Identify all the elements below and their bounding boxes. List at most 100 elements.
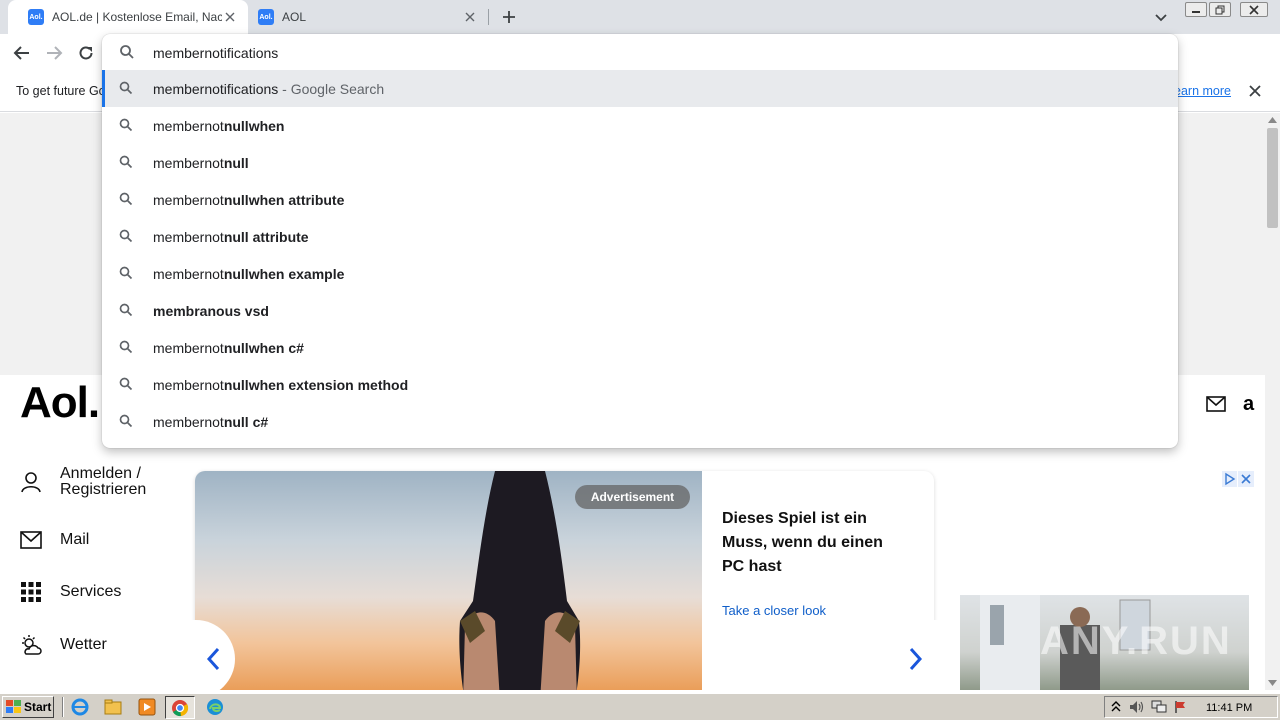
- sidebar-item-weather[interactable]: Wetter: [20, 634, 107, 656]
- ad-choices[interactable]: [1222, 471, 1254, 487]
- start-button[interactable]: Start: [2, 696, 54, 718]
- mail-icon: [1206, 396, 1226, 412]
- system-tray: 11:41 PM: [1104, 696, 1278, 718]
- anyrun-watermark: ANY.RUN: [1040, 619, 1232, 663]
- suggestion-item[interactable]: membernotnullwhen attribute: [102, 181, 1178, 218]
- chevron-down-icon: [1155, 14, 1167, 22]
- adchoices-icon: [1222, 471, 1254, 487]
- search-icon: [119, 340, 133, 354]
- minimize-icon: [1192, 10, 1200, 13]
- suggestion-completion: nullwhen: [223, 117, 285, 134]
- close-tab-icon[interactable]: [222, 9, 238, 25]
- suggestion-item[interactable]: membernotnull: [102, 144, 1178, 181]
- back-button[interactable]: [11, 42, 33, 64]
- chrome-icon: [172, 700, 189, 717]
- suggestion-text: membernotnullwhen: [153, 118, 284, 134]
- ad-image: Advertisement: [195, 471, 702, 690]
- suggestion-item[interactable]: membernotnull c#: [102, 403, 1178, 440]
- sidebar-item-mail[interactable]: Mail: [20, 529, 89, 551]
- tab-aol[interactable]: Aol. AOL: [238, 0, 488, 34]
- close-icon: [1249, 85, 1261, 97]
- restore-button[interactable]: [1209, 2, 1231, 17]
- tab-title: AOL.de | Kostenlose Email, Nachrichten: [52, 10, 222, 24]
- suggestion-item[interactable]: membernotnullwhen c#: [102, 329, 1178, 366]
- internet-explorer-icon[interactable]: [71, 698, 89, 716]
- tray-expand-icon[interactable]: [1111, 700, 1121, 714]
- suggestion-text: membernotnull attribute: [153, 229, 309, 245]
- address-bar-text[interactable]: membernotifications: [153, 45, 278, 61]
- chrome-taskbar-button[interactable]: [165, 696, 195, 719]
- suggestion-typed: membernot: [153, 413, 224, 430]
- suggestion-typed: membernotifications: [153, 80, 279, 97]
- volume-icon[interactable]: [1129, 700, 1145, 714]
- suggestion-typed: membernot: [153, 154, 224, 171]
- amazon-logo[interactable]: a: [1243, 393, 1254, 416]
- scroll-down-icon[interactable]: [1268, 680, 1277, 686]
- forward-button[interactable]: [43, 42, 65, 64]
- network-icon[interactable]: [1151, 700, 1167, 714]
- security-flag-icon[interactable]: [1173, 700, 1187, 714]
- close-window-button[interactable]: [1240, 2, 1268, 17]
- scroll-up-icon[interactable]: [1268, 117, 1277, 123]
- suggestion-typed: membernot: [153, 228, 224, 245]
- suggestion-item[interactable]: membernotnull attribute: [102, 218, 1178, 255]
- search-icon: [119, 414, 133, 428]
- suggestion-text: membernotnullwhen example: [153, 266, 344, 282]
- suggestion-typed: membernot: [153, 376, 224, 393]
- suggestion-text: membernotnull: [153, 155, 249, 171]
- suggestion-typed: membernot: [153, 265, 224, 282]
- restore-icon: [1215, 5, 1225, 14]
- address-bar[interactable]: membernotifications: [102, 34, 1178, 70]
- suggestion-item[interactable]: membernotnullwhen: [102, 107, 1178, 144]
- suggestion-suffix: - Google Search: [278, 80, 385, 97]
- new-tab-button[interactable]: [498, 6, 520, 28]
- sidebar-item-label: Wetter: [60, 636, 107, 653]
- media-player-icon[interactable]: [138, 698, 156, 716]
- header-mail-button[interactable]: [1206, 396, 1226, 412]
- tab-divider: [488, 9, 489, 25]
- search-icon: [119, 303, 133, 317]
- weather-icon: [20, 634, 42, 656]
- ad-headline[interactable]: Dieses Spiel ist ein Muss, wenn du einen…: [722, 507, 892, 579]
- windows-taskbar: Start 11:41 PM: [0, 693, 1280, 720]
- suggestion-completion: membranous vsd: [153, 302, 269, 319]
- edge-icon[interactable]: [206, 698, 224, 716]
- search-icon: [120, 45, 134, 59]
- info-bar-close-button[interactable]: [1248, 84, 1264, 100]
- back-arrow-icon: [13, 46, 29, 60]
- start-label: Start: [24, 700, 52, 714]
- ad-cta-link[interactable]: Take a closer look: [722, 603, 826, 618]
- suggestion-text: membernotnullwhen attribute: [153, 192, 344, 208]
- grid-icon: [20, 581, 42, 603]
- omnibox-dropdown: membernotifications membernotifications …: [102, 34, 1178, 448]
- suggestion-item[interactable]: membernotifications - Google Search: [102, 70, 1178, 107]
- minimize-button[interactable]: [1185, 2, 1207, 17]
- suggestion-text: membranous vsd: [153, 303, 269, 319]
- tab-aol-de[interactable]: Aol. AOL.de | Kostenlose Email, Nachrich…: [8, 0, 248, 34]
- sidebar-item-signin[interactable]: Anmelden / Registrieren: [20, 466, 160, 498]
- suggestion-completion: nullwhen attribute: [223, 191, 345, 208]
- tab-search-button[interactable]: [1152, 8, 1170, 26]
- ad-card[interactable]: Advertisement Dieses Spiel ist ein Muss,…: [195, 471, 934, 690]
- suggestion-completion: nullwhen example: [223, 265, 345, 282]
- search-icon: [119, 81, 133, 95]
- close-tab-icon[interactable]: [462, 9, 478, 25]
- scrollbar-thumb[interactable]: [1267, 128, 1278, 228]
- file-explorer-icon[interactable]: [104, 698, 122, 716]
- aol-logo[interactable]: Aol.: [20, 378, 100, 428]
- suggestion-item[interactable]: membernotnullwhen extension method: [102, 366, 1178, 403]
- suggestion-typed: membernot: [153, 117, 224, 134]
- sidebar-item-services[interactable]: Services: [20, 581, 121, 603]
- suggestion-item[interactable]: membernotnullwhen example: [102, 255, 1178, 292]
- reload-icon: [79, 46, 93, 60]
- reload-button[interactable]: [75, 42, 97, 64]
- suggestion-item[interactable]: membranous vsd: [102, 292, 1178, 329]
- suggestion-completion: nullwhen c#: [223, 339, 304, 356]
- sidebar-item-label: Anmelden / Registrieren: [60, 465, 147, 498]
- taskbar-divider: [62, 697, 64, 717]
- suggestion-completion: null c#: [223, 413, 269, 430]
- aol-favicon-icon: Aol.: [28, 9, 44, 25]
- suggestion-text: membernotnullwhen extension method: [153, 377, 408, 393]
- chevron-right-icon: [909, 647, 923, 671]
- chevron-left-icon: [206, 647, 220, 671]
